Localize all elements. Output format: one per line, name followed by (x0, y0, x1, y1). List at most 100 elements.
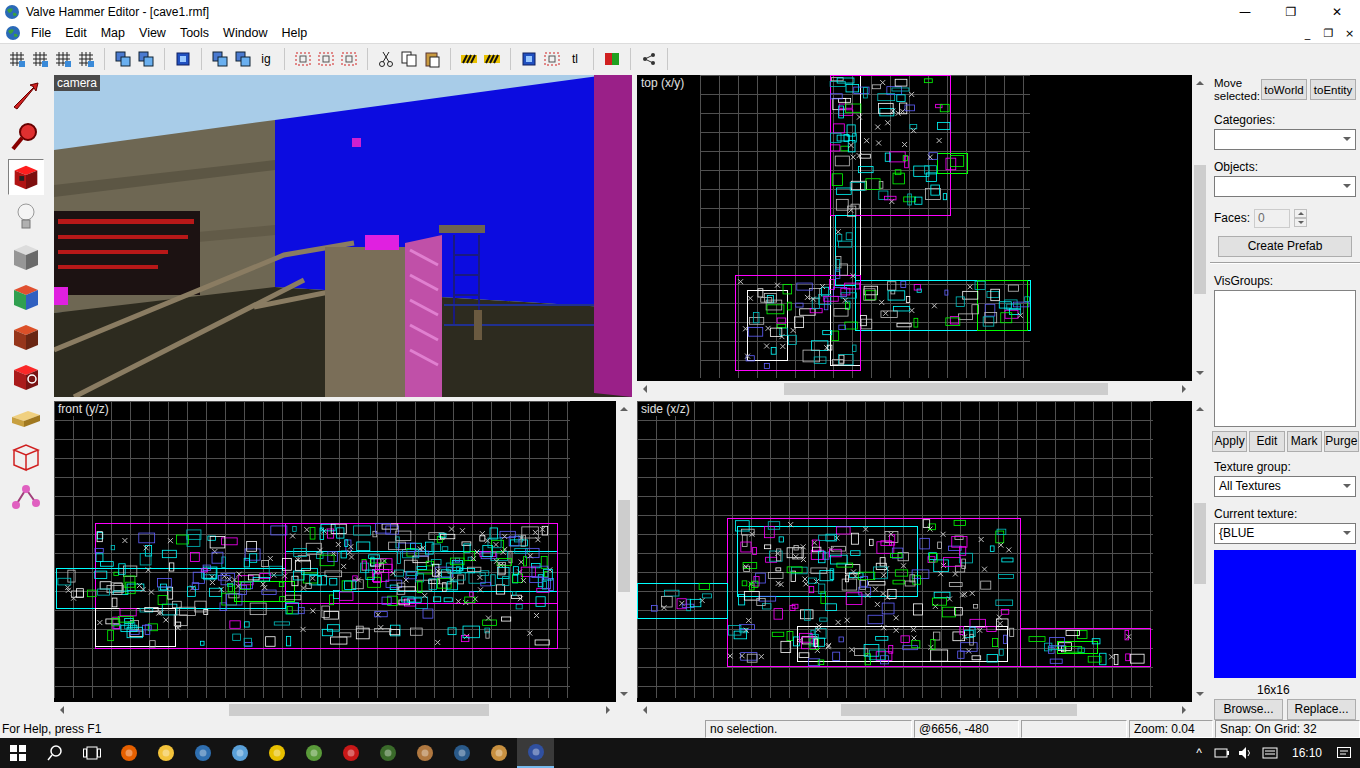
notifications-icon[interactable] (1336, 745, 1352, 761)
toolbar-button[interactable] (292, 48, 314, 70)
speaker-icon[interactable] (1238, 746, 1254, 760)
toolbar-button[interactable]: ig (255, 48, 277, 70)
taskbar-app[interactable] (295, 738, 332, 768)
tool-button[interactable] (8, 239, 44, 275)
move-button[interactable]: toWorld (1261, 79, 1307, 100)
start-button[interactable] (0, 738, 36, 768)
taskbar-app[interactable] (517, 738, 554, 768)
toolbar-button[interactable] (172, 48, 194, 70)
menu-item[interactable]: Help (275, 26, 315, 40)
tool-button[interactable] (8, 359, 44, 395)
scroll-down-button[interactable] (1192, 365, 1208, 381)
viewport-canvas[interactable]: side (x/z) (637, 401, 1192, 702)
mdi-control-button[interactable]: × (1339, 27, 1360, 40)
scroll-down-button[interactable] (616, 686, 632, 702)
scroll-left-button[interactable] (54, 702, 70, 718)
toolbar-button[interactable] (232, 48, 254, 70)
scroll-thumb[interactable] (1194, 165, 1206, 294)
toolbar-button[interactable] (52, 48, 74, 70)
vertical-scrollbar[interactable] (616, 401, 632, 702)
document-globe-icon[interactable] (5, 25, 21, 41)
scroll-up-button[interactable] (1192, 75, 1208, 91)
viewport-canvas[interactable]: front (y/z) (54, 401, 616, 702)
task-view-button[interactable] (73, 738, 110, 768)
taskbar-app[interactable] (406, 738, 443, 768)
toolbar-button[interactable] (209, 48, 231, 70)
visgroups-list[interactable] (1214, 290, 1356, 427)
taskbar-app[interactable] (184, 738, 221, 768)
faces-spinner[interactable] (1294, 209, 1307, 227)
window-control-button[interactable]: ❐ (1268, 0, 1314, 23)
texture-button[interactable]: Replace... (1287, 699, 1356, 720)
taskbar-app[interactable] (443, 738, 480, 768)
scroll-thumb[interactable] (784, 383, 1108, 395)
scroll-down-button[interactable] (1192, 686, 1208, 702)
toolbar-button[interactable] (112, 48, 134, 70)
toolbar-button[interactable] (458, 48, 480, 70)
tool-button[interactable] (8, 399, 44, 435)
scroll-thumb[interactable] (841, 704, 1076, 716)
menu-item[interactable]: View (132, 26, 173, 40)
keyboard-icon[interactable] (1262, 746, 1278, 760)
taskbar-app[interactable] (369, 738, 406, 768)
window-control-button[interactable]: — (1222, 0, 1268, 23)
menu-item[interactable]: Window (216, 26, 274, 40)
tool-button[interactable] (8, 319, 44, 355)
toolbar-button[interactable] (518, 48, 540, 70)
scroll-right-button[interactable] (1176, 702, 1192, 718)
toolbar-button[interactable] (541, 48, 563, 70)
camera-viewport[interactable]: camera (54, 75, 632, 397)
toolbar-button[interactable]: tl (564, 48, 586, 70)
texture-group-dropdown[interactable]: All Textures (1214, 476, 1356, 497)
toolbar-button[interactable] (75, 48, 97, 70)
visgroup-button[interactable]: Mark (1287, 431, 1322, 452)
scroll-left-button[interactable] (637, 702, 653, 718)
menu-item[interactable]: Tools (173, 26, 216, 40)
scroll-thumb[interactable] (1194, 503, 1206, 584)
tool-button[interactable] (8, 479, 44, 515)
mdi-control-button[interactable]: _ (1297, 27, 1318, 40)
toolbar-button[interactable] (481, 48, 503, 70)
taskbar-app[interactable] (480, 738, 517, 768)
viewport-canvas[interactable]: top (x/y) (637, 75, 1192, 381)
scroll-up-button[interactable] (616, 401, 632, 417)
battery-icon[interactable] (1214, 746, 1230, 760)
objects-dropdown[interactable] (1214, 176, 1356, 197)
menu-item[interactable]: Edit (58, 26, 94, 40)
tool-button[interactable] (8, 119, 44, 155)
move-button[interactable]: toEntity (1310, 79, 1356, 100)
scroll-thumb[interactable] (229, 704, 489, 716)
taskbar-app[interactable] (332, 738, 369, 768)
toolbar-button[interactable] (29, 48, 51, 70)
menu-item[interactable]: File (24, 26, 58, 40)
horizontal-scrollbar[interactable] (54, 702, 616, 718)
tool-button[interactable] (8, 279, 44, 315)
visgroup-button[interactable]: Purge (1324, 431, 1359, 452)
horizontal-scrollbar[interactable] (637, 381, 1192, 397)
vertical-scrollbar[interactable] (1192, 401, 1208, 702)
menu-item[interactable]: Map (94, 26, 132, 40)
taskbar-app[interactable] (221, 738, 258, 768)
scroll-right-button[interactable] (1176, 381, 1192, 397)
visgroup-button[interactable]: Edit (1249, 431, 1284, 452)
taskbar-app[interactable] (147, 738, 184, 768)
vertical-scrollbar[interactable] (1192, 75, 1208, 381)
mdi-control-button[interactable]: ❐ (1318, 27, 1339, 40)
texture-button[interactable]: Browse... (1214, 699, 1283, 720)
toolbar-button[interactable] (421, 48, 443, 70)
tool-button[interactable] (8, 439, 44, 475)
taskbar-app[interactable] (110, 738, 147, 768)
scroll-right-button[interactable] (600, 702, 616, 718)
faces-input[interactable]: 0 (1254, 209, 1290, 228)
window-control-button[interactable]: ✕ (1314, 0, 1360, 23)
toolbar-button[interactable] (315, 48, 337, 70)
tray-expand-button[interactable]: ^ (1188, 746, 1210, 760)
scroll-thumb[interactable] (618, 500, 630, 591)
toolbar-button[interactable] (338, 48, 360, 70)
categories-dropdown[interactable] (1214, 129, 1356, 150)
toolbar-button[interactable] (601, 48, 623, 70)
tool-button[interactable] (8, 159, 44, 195)
scroll-up-button[interactable] (1192, 401, 1208, 417)
toolbar-button[interactable] (135, 48, 157, 70)
tool-button[interactable] (8, 79, 44, 115)
